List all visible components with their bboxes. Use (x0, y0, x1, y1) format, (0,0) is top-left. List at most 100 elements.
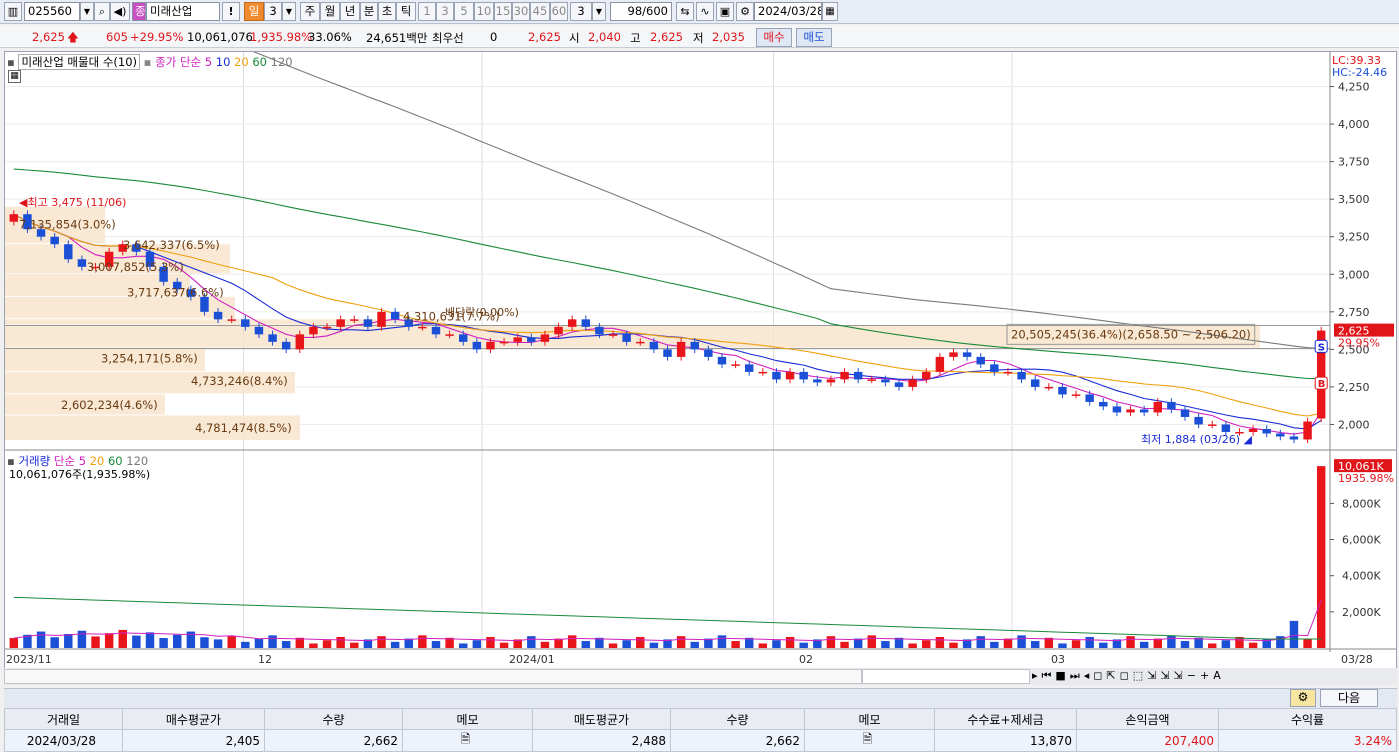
search-icon[interactable]: ⌕ (94, 2, 110, 21)
interval-15[interactable]: 15 (494, 2, 512, 21)
memo-icon[interactable]: 🗎 (804, 729, 935, 752)
candle (1139, 409, 1149, 413)
volume-bar (159, 638, 168, 648)
indicator-icon[interactable]: ∿ (696, 2, 714, 21)
table-row[interactable]: 2024/03/28 2,405 2,662 🗎 2,488 2,662 🗎 1… (4, 729, 1397, 752)
candle (1058, 386, 1067, 395)
date-input[interactable]: 2024/03/28 (754, 2, 822, 21)
alert-icon[interactable]: ! (222, 2, 240, 21)
tab-weekly[interactable]: 주 (300, 2, 320, 21)
chart-nav-controls[interactable]: ▸⏮■⏭◂◻⇱◻⬚⇲⇲⇲−+A (1032, 669, 1225, 683)
candle (949, 352, 958, 357)
price-panel-title[interactable]: 미래산업 매물대 수(10) (18, 54, 141, 70)
col-return: 수익률 (1218, 708, 1397, 730)
interval-1[interactable]: 1 (418, 2, 436, 21)
interval-45[interactable]: 45 (530, 2, 550, 21)
volume-bar (949, 642, 958, 648)
stock-code-input[interactable]: 025560 (24, 2, 80, 21)
volume-profile-label: 3,717,637(6.6%) (127, 285, 224, 299)
candle (922, 371, 931, 380)
tab-second[interactable]: 초 (378, 2, 396, 21)
candle (1248, 428, 1258, 432)
arrows-icon[interactable]: ⇆ (676, 2, 694, 21)
speaker-icon[interactable]: ◀) (110, 2, 130, 21)
candle (567, 319, 577, 327)
save-icon[interactable]: ▣ (716, 2, 734, 21)
y-tick-label: 2,250 (1338, 381, 1370, 394)
tab-minute[interactable]: 분 (360, 2, 378, 21)
sell-button[interactable]: 매도 (796, 28, 832, 47)
volume-bar (458, 643, 468, 648)
candle (64, 244, 73, 260)
volume-bar (390, 641, 400, 648)
candle (676, 341, 686, 357)
candle (785, 371, 795, 380)
tab-daily[interactable]: 일 (244, 2, 264, 21)
tab-yearly[interactable]: 년 (340, 2, 360, 21)
gear-icon[interactable]: ⚙ (736, 2, 754, 21)
interval-custom[interactable]: 3 (570, 2, 592, 21)
tab-tick[interactable]: 틱 (396, 2, 416, 21)
scroll-track[interactable] (4, 669, 862, 684)
volume-bar (486, 636, 495, 648)
chevron-down-icon[interactable]: ▼ (592, 2, 606, 21)
price-change-pct: +29.95% (130, 30, 184, 44)
volume-y-tick-label: 6,000K (1342, 534, 1381, 547)
volume-bar (1058, 643, 1067, 648)
candle (431, 326, 441, 335)
volume-bar (1248, 642, 1258, 648)
interval-30[interactable]: 30 (512, 2, 530, 21)
interval-5[interactable]: 5 (454, 2, 474, 21)
candle (213, 311, 223, 320)
chevron-down-icon[interactable]: ▼ (282, 2, 296, 21)
chart-area[interactable]: 2,000 2,250 2,500 2,750 3,000 3,250 3,500 3,750… (4, 51, 1397, 684)
y-tick-label: 4,000 (1338, 118, 1370, 131)
volume-bar (922, 640, 931, 648)
volume-bar (1180, 641, 1190, 648)
buy-button[interactable]: 매수 (756, 28, 792, 47)
volume-profile-label: 4,310,631(7.7%) (403, 309, 500, 323)
memo-icon[interactable]: 🗎 (402, 729, 533, 752)
tab-monthly[interactable]: 월 (320, 2, 340, 21)
stock-list-icon[interactable]: ▥ (4, 2, 22, 21)
table-icon[interactable]: ▦ (8, 70, 21, 83)
chevron-down-icon[interactable]: ▼ (80, 2, 94, 21)
candle (227, 319, 236, 321)
candle (77, 259, 87, 267)
volume-bar (636, 636, 645, 648)
candle (254, 326, 264, 335)
candle (826, 379, 836, 383)
candle (527, 337, 536, 342)
open-price: 2,040 (588, 30, 621, 44)
candle (9, 214, 19, 222)
volume-bar (908, 643, 917, 648)
y-tick-label: 3,500 (1338, 193, 1370, 206)
priority-label: 최우선 (432, 31, 464, 45)
stock-name-field[interactable]: 미래산업 (146, 2, 220, 21)
candle (1044, 386, 1054, 389)
volume-bar (418, 635, 427, 648)
gear-icon[interactable]: ⚙ (1290, 689, 1316, 707)
calendar-icon[interactable]: ▦ (822, 2, 838, 21)
ma-period-5: 5 (204, 55, 213, 69)
high-annotation: ◀최고 3,475 (11/06) (19, 196, 126, 209)
volume-bar (36, 631, 46, 648)
ma-title: 종가 단순 (155, 55, 202, 69)
interval-3[interactable]: 3 (436, 2, 454, 21)
x-tick-label: 2024/01 (509, 653, 555, 666)
candlestick-chart[interactable]: 2,0002,2502,5002,7503,0003,2503,5003,750… (5, 52, 1396, 667)
data-count-field[interactable]: 98/600 (610, 2, 672, 21)
col-sell-avg: 매도평균가 (532, 708, 671, 730)
ma-menu-icon[interactable]: ▪ (144, 55, 152, 69)
candle (663, 349, 672, 357)
scroll-thumb[interactable] (862, 669, 1030, 684)
interval-60[interactable]: 60 (550, 2, 568, 21)
period-num-select[interactable]: 3 (264, 2, 282, 21)
interval-10[interactable]: 10 (474, 2, 494, 21)
candle (990, 364, 999, 372)
candle (499, 341, 509, 344)
volume-y-tick-label: 4,000K (1342, 570, 1381, 583)
volume-bar (881, 641, 890, 648)
panel-menu-icon[interactable]: ▪ (7, 55, 15, 69)
next-button[interactable]: 다음 (1320, 689, 1378, 707)
